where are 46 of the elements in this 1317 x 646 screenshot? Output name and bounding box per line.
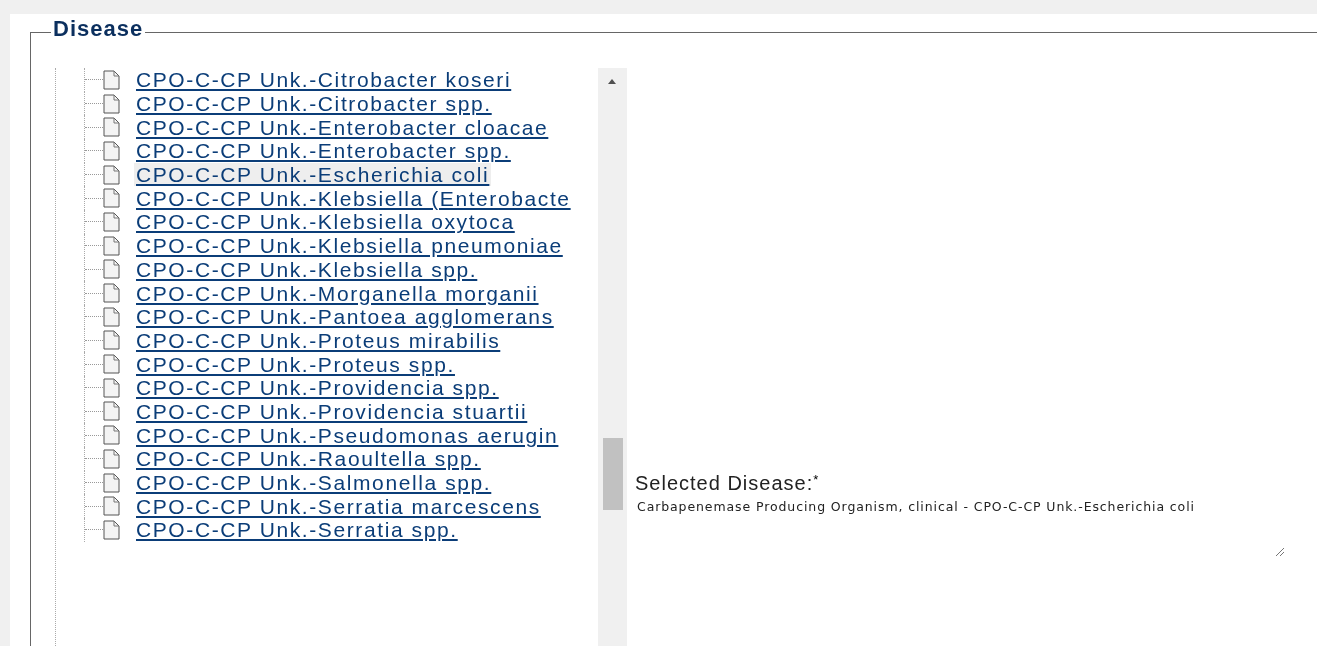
document-icon — [103, 259, 120, 280]
tree-item-link[interactable]: CPO-C-CP Unk.-Proteus spp. — [134, 352, 457, 376]
document-icon — [103, 330, 120, 351]
up-arrow-icon[interactable] — [607, 78, 617, 85]
document-icon — [103, 117, 120, 138]
document-icon — [103, 188, 120, 209]
tree-item-link[interactable]: CPO-C-CP Unk.-Salmonella spp. — [134, 471, 494, 495]
document-icon — [103, 401, 120, 422]
document-icon — [103, 354, 120, 375]
tree-item-link[interactable]: CPO-C-CP Unk.-Providencia spp. — [134, 376, 501, 400]
tree-item-link[interactable]: CPO-C-CP Unk.-Morganella morganii — [134, 281, 541, 305]
document-icon — [103, 235, 120, 256]
tree-item-link[interactable]: CPO-C-CP Unk.-Citrobacter koseri — [134, 68, 514, 92]
document-icon — [103, 519, 120, 540]
document-icon — [103, 306, 120, 327]
scrollbar[interactable] — [598, 68, 627, 646]
document-icon — [103, 93, 120, 114]
document-icon — [103, 211, 120, 232]
required-mark: * — [813, 472, 819, 487]
document-icon — [103, 448, 120, 469]
document-icon — [103, 140, 120, 161]
tree-item-link[interactable]: CPO-C-CP Unk.-Klebsiella spp. — [134, 257, 480, 281]
document-icon — [103, 283, 120, 304]
tree-item-link[interactable]: CPO-C-CP Unk.-Klebsiella pneumoniae — [134, 234, 565, 258]
tree-item-link[interactable]: CPO-C-CP Unk.-Enterobacter spp. — [134, 139, 513, 163]
tree-item-link[interactable]: CPO-C-CP Unk.-Raoultella spp. — [134, 447, 483, 471]
field-label: Selected Disease: — [635, 472, 814, 495]
tree-item-link[interactable]: CPO-C-CP Unk.-Enterobacter cloacae — [134, 115, 551, 139]
tree-item-link[interactable]: CPO-C-CP Unk.-Citrobacter spp. — [134, 92, 494, 116]
document-icon — [103, 472, 120, 493]
tree-item-link[interactable]: CPO-C-CP Unk.-Klebsiella oxytoca — [134, 210, 517, 234]
scrollbar-thumb[interactable] — [603, 438, 623, 510]
resize-grip-icon[interactable] — [1273, 545, 1285, 558]
document-icon — [103, 164, 120, 185]
tree-item-link[interactable]: CPO-C-CP Unk.-Serratia spp. — [134, 518, 460, 542]
document-icon — [103, 425, 120, 446]
tree-item-link[interactable]: CPO-C-CP Unk.-Serratia marcescens — [134, 494, 543, 518]
tree-item-link[interactable]: CPO-C-CP Unk.-Klebsiella (Enterobacte — [134, 186, 573, 210]
tree-item-link[interactable]: CPO-C-CP Unk.-Pantoea agglomerans — [134, 305, 556, 329]
document-icon — [103, 377, 120, 398]
text-area[interactable]: Carbapenemase Producing Organism, clinical - CPO-C-CP Unk.-Escherichia coli — [635, 497, 1287, 562]
document-icon — [103, 496, 120, 517]
tree-item-link[interactable]: CPO-C-CP Unk.-Pseudomonas aerugin — [134, 423, 561, 447]
tree-item-link[interactable]: CPO-C-CP Unk.-Providencia stuartii — [134, 399, 530, 423]
tree-item-link[interactable]: CPO-C-CP Unk.-Escherichia coli — [134, 163, 492, 187]
tree-item-link[interactable]: CPO-C-CP Unk.-Proteus mirabilis — [134, 328, 503, 352]
